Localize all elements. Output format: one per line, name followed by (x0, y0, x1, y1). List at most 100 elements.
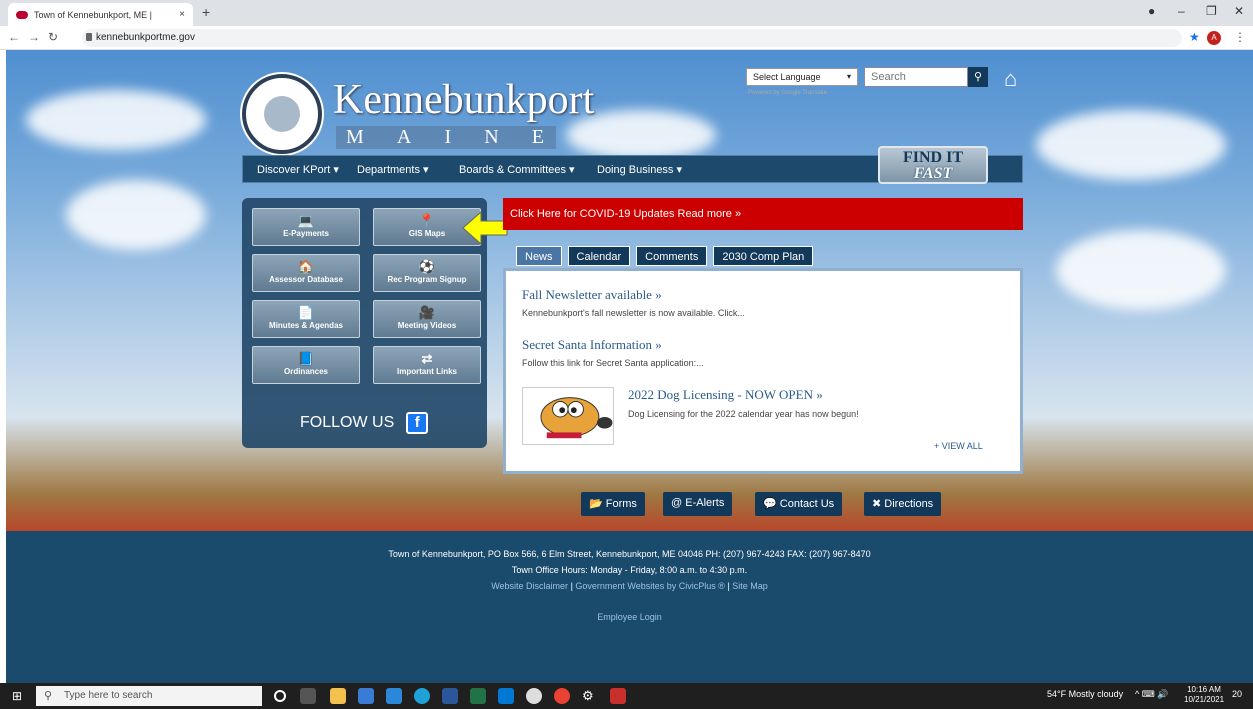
subtitle-letter: N (484, 126, 501, 148)
facebook-icon[interactable]: f (406, 412, 429, 434)
edge-icon[interactable] (414, 688, 430, 704)
cloud-decoration (1056, 230, 1226, 310)
tab-title: Town of Kennebunkport, ME | (34, 9, 152, 20)
restore-icon[interactable]: ❐ (1206, 4, 1217, 18)
weather-widget[interactable]: 54°F Mostly cloudy (1047, 689, 1123, 699)
minutes-agendas-button[interactable]: 📄 Minutes & Agendas (252, 300, 360, 338)
dog-cartoon-image[interactable] (522, 387, 614, 445)
clock[interactable]: 10:16 AM 10/21/2021 (1184, 685, 1224, 705)
news-item-desc: Follow this link for Secret Santa applic… (522, 358, 704, 368)
browser-tab-strip: Town of Kennebunkport, ME | × + ● – ❐ ✕ (0, 0, 1253, 26)
reload-icon[interactable]: ↻ (48, 30, 58, 44)
follow-us-label: FOLLOW US (300, 414, 395, 431)
assessor-database-button[interactable]: 🏠 Assessor Database (252, 254, 360, 292)
quick-link-label: Rec Program Signup (387, 275, 467, 284)
taskbar-search-input[interactable]: ⚲ Type here to search (36, 686, 262, 706)
important-links-button[interactable]: ⇄ Important Links (373, 346, 481, 384)
employee-login-link[interactable]: Employee Login (6, 612, 1253, 622)
outlook-icon[interactable] (498, 688, 514, 704)
subtitle-letter: E (531, 126, 546, 148)
bookmark-star-icon[interactable]: ★ (1189, 30, 1200, 44)
word-icon[interactable] (442, 688, 458, 704)
footer-hours: Town Office Hours: Monday - Friday, 8:00… (511, 565, 748, 575)
footer-address: Town of Kennebunkport, PO Box 566, 6 Elm… (388, 549, 871, 559)
soccer-ball-icon: ⚽ (418, 259, 436, 274)
windows-taskbar: ⊞ ⚲ Type here to search ⚙ 54°F Mostly cl… (0, 683, 1253, 709)
lock-icon (86, 33, 92, 41)
store-icon[interactable] (358, 688, 374, 704)
tray-icons[interactable]: ^ ⌨ 🔊 (1135, 689, 1168, 700)
covid-alert-banner[interactable]: Click Here for COVID-19 Updates Read mor… (503, 198, 1023, 230)
task-view-icon[interactable] (300, 688, 316, 704)
language-select[interactable]: Select Language ▾ (746, 68, 858, 86)
search-input[interactable]: Search (864, 67, 968, 87)
back-icon[interactable]: ← (8, 30, 20, 44)
profile-avatar[interactable]: A (1207, 31, 1221, 45)
news-item-title[interactable]: Secret Santa Information » (522, 337, 662, 353)
e-alerts-label: E-Alerts (685, 497, 725, 509)
subtitle-letter: I (444, 126, 454, 148)
fast-label: FAST (913, 165, 953, 182)
nav-boards-committees[interactable]: Boards & Committees ▾ (459, 163, 575, 176)
site-subtitle: M A I N E (336, 126, 556, 149)
website-disclaimer-link[interactable]: Website Disclaimer (491, 581, 568, 591)
search-icon[interactable]: ⚲ (968, 67, 988, 87)
view-all-link[interactable]: + VIEW ALL (934, 441, 983, 451)
site-map-link[interactable]: Site Map (732, 581, 768, 591)
civicplus-link[interactable]: Government Websites by CivicPlus ® (575, 581, 725, 591)
notification-center[interactable]: 20 (1232, 689, 1242, 699)
find-it-fast-button[interactable]: FIND IT FAST (878, 146, 988, 184)
windows-start-icon[interactable]: ⊞ (12, 689, 22, 703)
forward-icon[interactable]: → (28, 30, 40, 44)
profile-circle-icon[interactable]: ● (1148, 4, 1155, 18)
video-camera-icon: 🎥 (418, 305, 436, 320)
cloud-decoration (26, 90, 206, 150)
close-window-icon[interactable]: ✕ (1234, 4, 1244, 18)
powered-by-translate: Powered by Google Translate (748, 90, 828, 96)
clock-date: 10/21/2021 (1184, 695, 1225, 704)
ordinances-button[interactable]: 📘 Ordinances (252, 346, 360, 384)
tab-2030-comp-plan[interactable]: 2030 Comp Plan (713, 246, 814, 266)
app-t-icon[interactable] (610, 688, 626, 704)
url-input[interactable]: kennebunkportme.gov (82, 29, 1182, 47)
mail-icon[interactable] (386, 688, 402, 704)
cloud-decoration (66, 180, 206, 250)
rec-program-signup-button[interactable]: ⚽ Rec Program Signup (373, 254, 481, 292)
nav-departments[interactable]: Departments ▾ (357, 163, 429, 176)
quick-link-label: E-Payments (283, 229, 329, 238)
new-tab-button[interactable]: + (202, 4, 210, 20)
nav-discover-kport[interactable]: Discover KPort ▾ (257, 163, 339, 176)
minimize-icon[interactable]: – (1178, 4, 1185, 18)
cortana-icon[interactable] (274, 690, 286, 702)
e-alerts-link[interactable]: @ E-Alerts (663, 492, 733, 516)
browser-tab[interactable]: Town of Kennebunkport, ME | × (8, 3, 193, 26)
directions-link[interactable]: ✖ Directions (864, 492, 942, 516)
excel-icon[interactable] (470, 688, 486, 704)
forms-link[interactable]: 📂 Forms (581, 492, 645, 516)
cloud-decoration (1036, 110, 1226, 180)
footer-links: Website Disclaimer | Government Websites… (6, 581, 1253, 591)
e-payments-button[interactable]: 💻 E-Payments (252, 208, 360, 246)
quick-link-label: Minutes & Agendas (269, 321, 343, 330)
tab-comments[interactable]: Comments (636, 246, 708, 266)
tab-news[interactable]: News (516, 246, 562, 266)
chrome-icon[interactable] (554, 688, 570, 704)
close-tab-icon[interactable]: × (179, 9, 185, 20)
nav-doing-business[interactable]: Doing Business ▾ (597, 163, 682, 176)
meeting-videos-button[interactable]: 🎥 Meeting Videos (373, 300, 481, 338)
contact-us-link[interactable]: 💬 Contact Us (755, 492, 843, 516)
contact-us-label: Contact Us (779, 498, 835, 510)
news-item-title[interactable]: 2022 Dog Licensing - NOW OPEN » (628, 387, 823, 403)
settings-gear-icon[interactable]: ⚙ (582, 688, 598, 704)
home-icon[interactable]: ⌂ (1004, 66, 1017, 92)
menu-icon[interactable]: ⋮ (1234, 30, 1246, 44)
quick-link-label: Assessor Database (269, 275, 343, 284)
quick-link-label: Important Links (396, 367, 457, 376)
site-title[interactable]: Kennebunkport (333, 76, 594, 124)
file-explorer-icon[interactable] (330, 688, 346, 704)
directions-label: Directions (884, 498, 934, 510)
news-item-title[interactable]: Fall Newsletter available » (522, 287, 662, 303)
tab-calendar[interactable]: Calendar (567, 246, 631, 266)
app-icon[interactable] (526, 688, 542, 704)
town-seal-logo[interactable] (242, 74, 322, 154)
